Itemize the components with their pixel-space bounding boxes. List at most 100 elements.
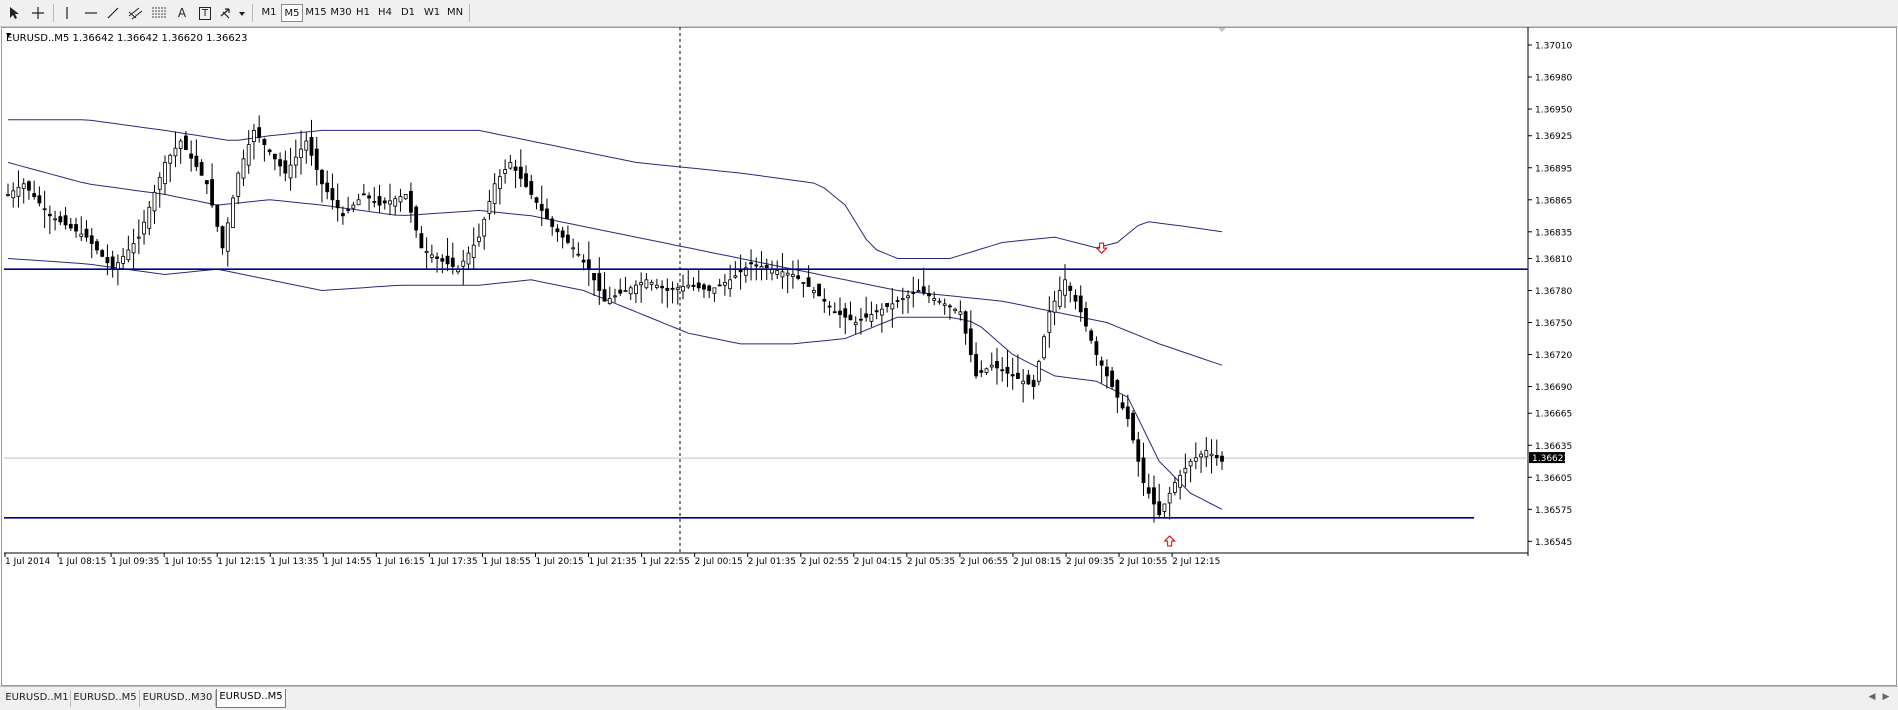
- candle-body: [775, 270, 780, 275]
- candle-body: [42, 208, 47, 211]
- candle-body: [424, 250, 429, 253]
- candle-body: [560, 230, 565, 238]
- candle-body: [95, 241, 99, 251]
- candle-body: [210, 179, 214, 206]
- candle-body: [335, 200, 340, 209]
- candle-body: [1073, 294, 1078, 302]
- candle-body: [84, 228, 89, 238]
- candle-body: [822, 298, 827, 302]
- candle-body: [691, 284, 696, 287]
- tab-scroll-left-icon[interactable]: ◀: [1866, 692, 1878, 706]
- candle-body: [409, 190, 413, 213]
- x-tick-label: 2 Jul 08:15: [1013, 557, 1061, 567]
- candle-body: [675, 287, 680, 291]
- candle-body: [110, 256, 115, 270]
- y-tick-label: 1.36810: [1535, 255, 1572, 265]
- x-tick-label: 2 Jul 04:15: [854, 557, 902, 567]
- chart-tab-3[interactable]: EURUSD..M30: [140, 690, 216, 707]
- candle-body: [142, 221, 146, 235]
- candle-body: [288, 164, 293, 179]
- candle-body: [115, 262, 120, 270]
- x-tick-label: 1 Jul 21:35: [589, 557, 637, 567]
- chart-tab-1[interactable]: EURUSD..M1: [4, 690, 71, 707]
- candle-body: [440, 258, 445, 262]
- candle-body: [252, 129, 256, 142]
- candle-body: [806, 277, 811, 287]
- candle-body: [1141, 457, 1146, 484]
- candle-body: [450, 257, 455, 267]
- candle-body: [566, 234, 570, 243]
- chart-tab-4[interactable]: EURUSD..M5: [216, 689, 286, 708]
- candle-body: [1146, 487, 1151, 494]
- candle-body: [1204, 450, 1209, 458]
- chart-tab-2[interactable]: EURUSD..M5: [71, 690, 140, 707]
- candle-body: [225, 222, 230, 252]
- candle-body: [1063, 279, 1067, 296]
- candle-body: [184, 135, 188, 151]
- candle-body: [27, 181, 31, 191]
- x-tick-label: 2 Jul 10:55: [1119, 557, 1167, 567]
- candle-body: [47, 213, 52, 217]
- candle-body: [325, 182, 330, 193]
- candle-body: [58, 216, 63, 223]
- candle-body: [702, 284, 706, 290]
- candle-body: [555, 228, 560, 233]
- candle-body: [1084, 308, 1088, 327]
- candle-body: [916, 290, 921, 292]
- candle-body: [1000, 369, 1005, 372]
- candle-body: [168, 154, 173, 164]
- candle-body: [503, 169, 508, 174]
- candle-body: [654, 284, 659, 288]
- x-tick-label: 2 Jul 00:15: [695, 557, 743, 567]
- candle-body: [414, 206, 419, 231]
- candle-body: [728, 279, 733, 290]
- candle-body: [864, 313, 869, 318]
- candle-body: [372, 201, 377, 203]
- candle-body: [1089, 330, 1094, 341]
- chart-tab-bar: EURUSD..M1 EURUSD..M5 EURUSD..M30 EURUSD…: [0, 686, 1898, 710]
- candle-body: [157, 176, 162, 190]
- candle-body: [1016, 372, 1020, 379]
- candle-body: [911, 292, 916, 295]
- candle-body: [377, 195, 382, 206]
- candle-body: [1173, 482, 1177, 493]
- candle-body: [1178, 475, 1183, 488]
- candle-body: [293, 156, 298, 166]
- candle-body: [607, 298, 612, 305]
- candle-body: [351, 204, 356, 209]
- candle-body: [592, 273, 596, 281]
- candle-body: [524, 173, 528, 187]
- candle-body: [1099, 360, 1104, 366]
- candle-body: [1094, 341, 1099, 355]
- candle-body: [11, 190, 16, 199]
- x-tick-label: 1 Jul 16:15: [376, 557, 424, 567]
- candle-body: [346, 209, 351, 211]
- candle-body: [681, 286, 685, 292]
- candle-body: [796, 275, 801, 279]
- current-price-label: 1.36623: [1532, 454, 1569, 464]
- tab-scroll-right-icon[interactable]: ▶: [1880, 692, 1892, 706]
- candle-body: [314, 148, 319, 170]
- candle-body: [900, 298, 905, 300]
- candle-body: [236, 172, 241, 197]
- candle-body: [121, 255, 126, 264]
- candle-body: [492, 183, 497, 205]
- candle-body: [330, 188, 335, 201]
- candle-body: [623, 290, 628, 292]
- x-tick-label: 1 Jul 08:15: [58, 557, 106, 567]
- candle-body: [974, 354, 978, 377]
- price-chart[interactable]: 1.37010 1.36980 1.36950 1.36925 1.36895 1.368…: [0, 0, 1898, 686]
- y-tick-label: 1.36690: [1535, 383, 1572, 393]
- candle-body: [738, 269, 743, 273]
- candle-body: [968, 328, 973, 355]
- candle-body: [581, 259, 586, 263]
- y-tick-label: 1.36950: [1535, 106, 1572, 116]
- candle-body: [1131, 412, 1135, 441]
- candle-body: [827, 305, 832, 308]
- candle-body: [231, 197, 235, 228]
- candle-body: [398, 196, 403, 203]
- candle-body: [189, 153, 194, 159]
- y-tick-label: 1.36635: [1535, 442, 1572, 452]
- candle-body: [388, 200, 392, 205]
- candle-body: [942, 303, 947, 306]
